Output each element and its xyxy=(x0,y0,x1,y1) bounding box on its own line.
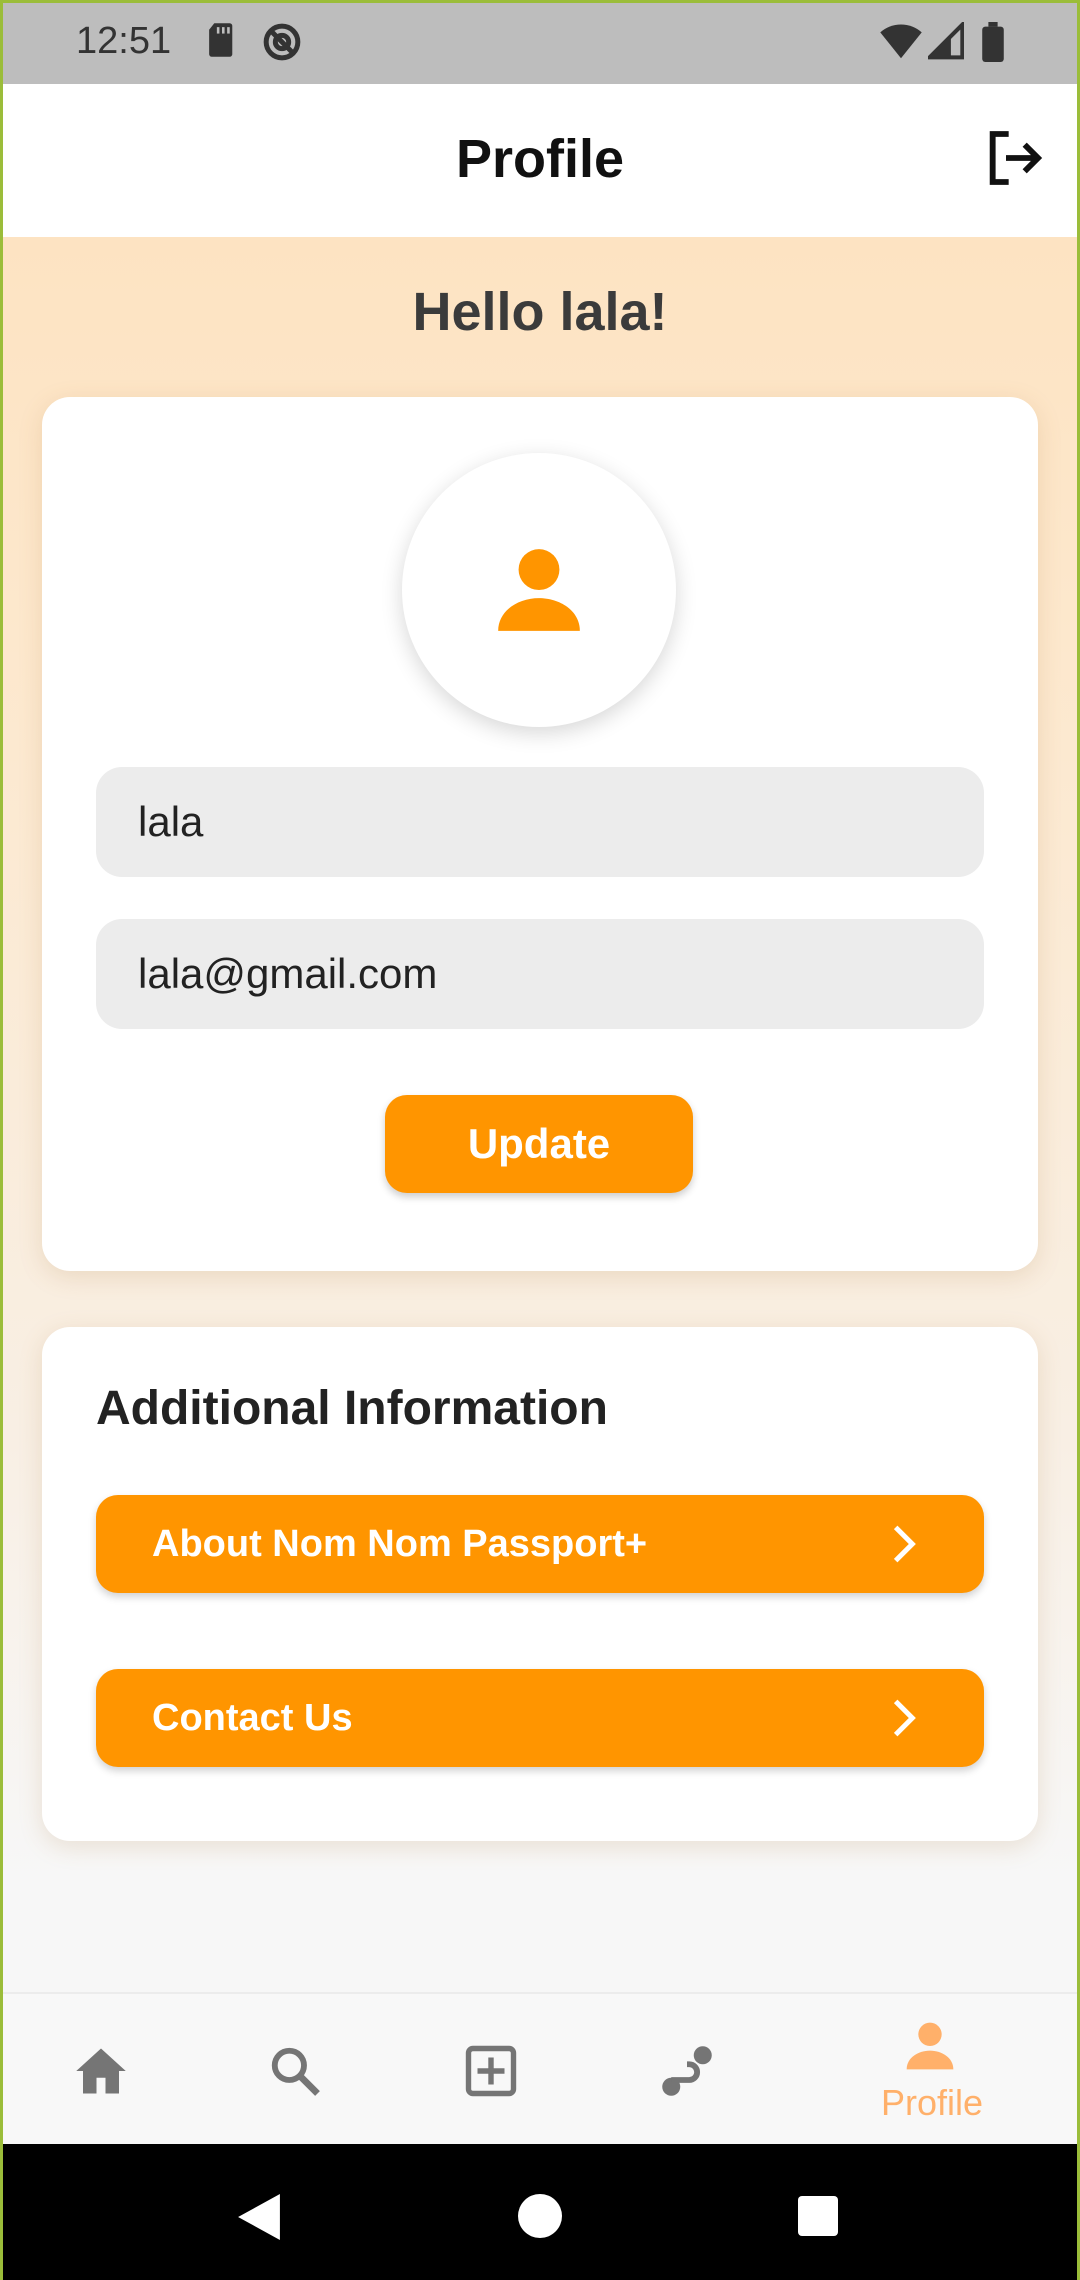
wifi-icon xyxy=(880,24,922,59)
home-icon xyxy=(76,2048,126,2094)
signal-icon xyxy=(928,22,964,60)
system-nav-bar xyxy=(0,2144,1080,2280)
nav-profile-label: Profile xyxy=(880,2082,984,2123)
logout-icon[interactable] xyxy=(982,126,1046,190)
nav-home[interactable] xyxy=(30,1994,170,2146)
about-button[interactable]: About Nom Nom Passport+ xyxy=(96,1495,984,1593)
add-box-icon xyxy=(465,2045,517,2097)
greeting: Hello lala! xyxy=(412,282,668,342)
additional-info-card: Additional Information About Nom Nom Pas… xyxy=(42,1327,1038,1841)
section-title: Additional Information xyxy=(96,1382,608,1435)
about-label: About Nom Nom Passport+ xyxy=(152,1523,648,1565)
chevron-right-icon xyxy=(893,1525,916,1563)
contact-us-label: Contact Us xyxy=(152,1697,353,1739)
nav-profile[interactable]: Profile xyxy=(862,1994,1002,2146)
home-circle-icon[interactable] xyxy=(518,2194,562,2238)
avatar[interactable] xyxy=(402,453,676,727)
contact-us-button[interactable]: Contact Us xyxy=(96,1669,984,1767)
bottom-nav: Profile xyxy=(0,1992,1080,2144)
name-field[interactable]: lala xyxy=(96,767,984,877)
profile-content: Hello lala! lala lala@gmail.com Update A… xyxy=(0,237,1080,1879)
person-icon xyxy=(906,2022,954,2070)
status-bar: 12:51 xyxy=(0,0,1080,84)
profile-card: lala lala@gmail.com Update xyxy=(42,397,1038,1271)
recents-icon[interactable] xyxy=(798,2196,838,2236)
route-icon xyxy=(662,2046,712,2096)
app-bar: Profile xyxy=(0,84,1080,237)
nav-add[interactable] xyxy=(420,1994,560,2146)
battery-icon xyxy=(982,22,1004,62)
back-icon[interactable] xyxy=(238,2194,280,2240)
status-time: 12:51 xyxy=(76,20,172,62)
update-button[interactable]: Update xyxy=(385,1095,693,1193)
search-icon xyxy=(271,2047,320,2096)
content-bottom-area xyxy=(0,1879,1080,1992)
person-icon xyxy=(498,549,580,631)
nav-search[interactable] xyxy=(224,1994,364,2146)
email-field[interactable]: lala@gmail.com xyxy=(96,919,984,1029)
sd-card-icon xyxy=(209,23,233,57)
chevron-right-icon xyxy=(893,1699,916,1737)
page-title: Profile xyxy=(455,129,625,189)
do-not-disturb-icon xyxy=(263,23,301,61)
nav-route[interactable] xyxy=(616,1994,756,2146)
